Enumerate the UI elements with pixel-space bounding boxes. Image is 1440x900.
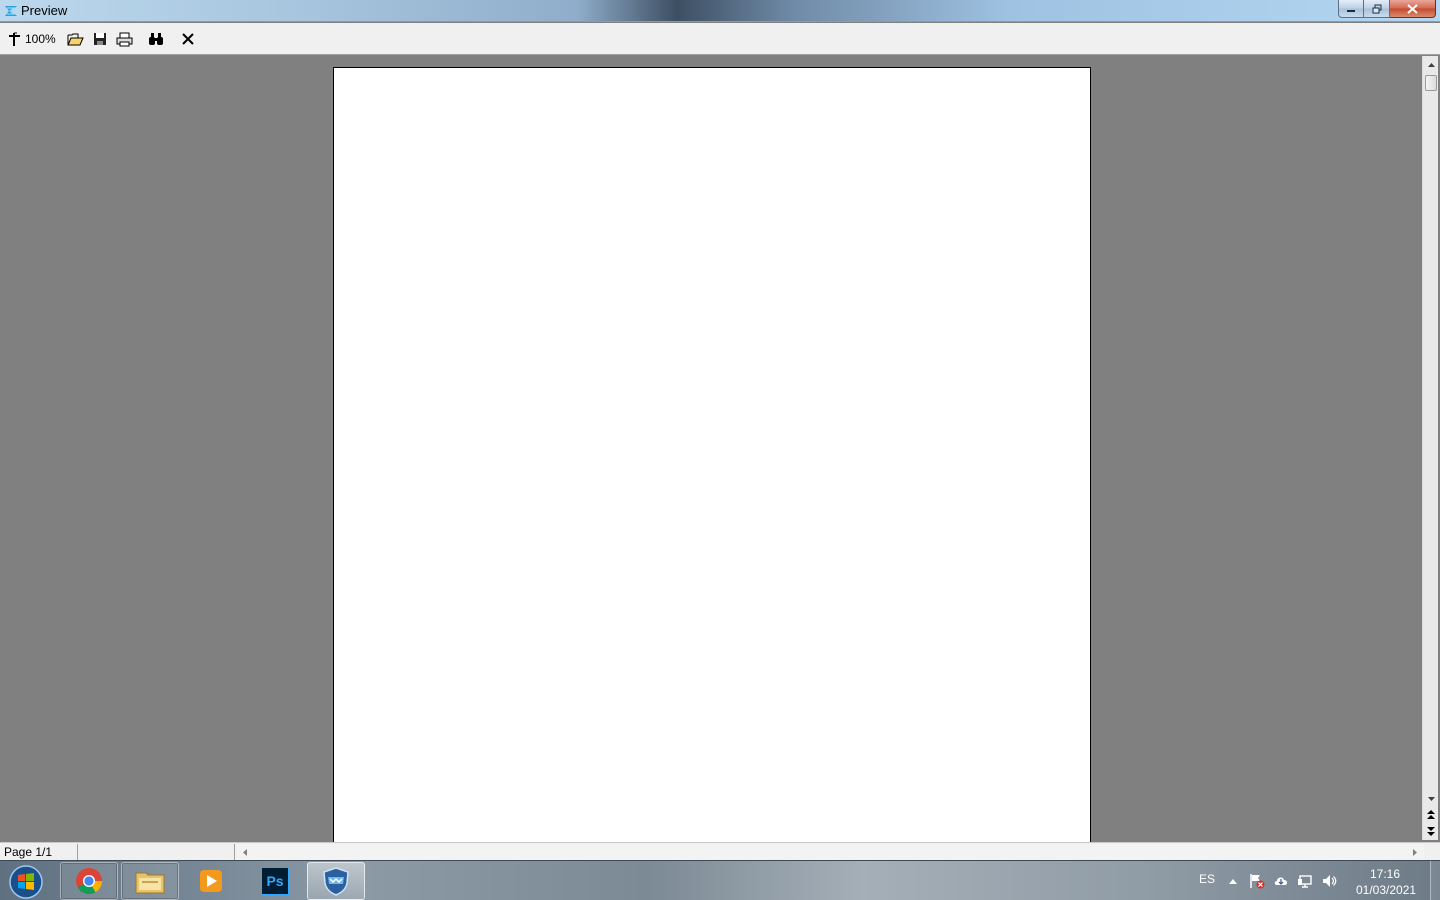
save-icon [94, 33, 106, 45]
zoom-level: 100% [25, 32, 56, 46]
print-button[interactable] [116, 30, 133, 48]
volume-icon [1323, 875, 1337, 887]
arrow-down-icon [1427, 797, 1435, 801]
close-preview-icon [182, 33, 194, 45]
cloud-sync-button[interactable] [1273, 873, 1289, 889]
preview-page [333, 67, 1091, 842]
preview-toolbar: 100% [0, 23, 1440, 55]
close-button[interactable] [1390, 0, 1436, 18]
status-bar: Page 1/1 [0, 842, 1440, 860]
scroll-right-button[interactable] [1408, 844, 1422, 860]
taskbar-security-app[interactable] [307, 862, 365, 900]
minimize-icon [1347, 9, 1355, 12]
double-arrow-down-icon [1427, 827, 1435, 836]
horizontal-scrollbar[interactable] [236, 844, 1424, 860]
close-preview-button[interactable] [181, 30, 195, 48]
zoom-button[interactable]: 100% [8, 30, 56, 48]
restore-icon [1372, 4, 1381, 13]
cloud-icon [1274, 877, 1288, 885]
clock-time[interactable]: 17:16 [1370, 867, 1400, 881]
arrow-left-icon [243, 848, 247, 856]
scroll-down-button[interactable] [1423, 792, 1439, 806]
find-button[interactable] [148, 30, 164, 48]
chevron-up-icon [1229, 878, 1237, 884]
flag-error-icon [1250, 874, 1265, 889]
taskbar-media-player[interactable] [182, 862, 240, 900]
zoom-icon [9, 32, 20, 46]
language-indicator[interactable]: ES [1199, 872, 1215, 886]
taskbar-chrome[interactable] [60, 862, 118, 900]
folder-icon [135, 872, 165, 894]
volume-button[interactable] [1321, 873, 1337, 889]
media-player-icon [200, 870, 222, 892]
system-tray: ES 17:16 01/03/2021 [1190, 861, 1440, 900]
taskbar-photoshop[interactable]: Ps [246, 862, 304, 900]
open-folder-icon [67, 33, 84, 46]
show-hidden-icons-button[interactable] [1225, 873, 1241, 889]
print-icon [116, 32, 133, 46]
preview-workspace[interactable] [1, 56, 1422, 842]
taskbar: Ps ES 17:16 01/03/2021 [0, 860, 1440, 900]
window-title: Preview [21, 3, 68, 18]
app-icon [4, 4, 18, 18]
photoshop-label: Ps [266, 873, 284, 889]
close-icon [1407, 3, 1418, 14]
start-button[interactable] [6, 864, 46, 900]
status-panel [79, 844, 235, 860]
taskbar-file-explorer[interactable] [121, 862, 179, 900]
network-button[interactable] [1297, 873, 1313, 889]
action-center-icon-button[interactable] [1249, 873, 1265, 889]
network-icon [1298, 875, 1312, 888]
window-title-bar[interactable]: Preview [0, 0, 1440, 22]
find-icon [149, 33, 163, 45]
next-page-button[interactable] [1423, 824, 1439, 838]
show-desktop-button[interactable] [1430, 861, 1440, 900]
shield-icon [323, 867, 349, 896]
previous-page-button[interactable] [1423, 808, 1439, 822]
vertical-scrollbar[interactable] [1422, 56, 1438, 840]
scroll-left-button[interactable] [238, 844, 252, 860]
minimize-button[interactable] [1338, 0, 1364, 18]
photoshop-icon: Ps [261, 867, 289, 895]
double-arrow-up-icon [1427, 810, 1435, 819]
vertical-scroll-thumb[interactable] [1425, 75, 1437, 91]
scroll-up-button[interactable] [1423, 58, 1439, 72]
restore-button[interactable] [1364, 0, 1390, 18]
arrow-up-icon [1427, 63, 1435, 67]
page-indicator: Page 1/1 [1, 844, 78, 860]
arrow-right-icon [1413, 848, 1417, 856]
open-button[interactable] [67, 30, 84, 48]
clock-date[interactable]: 01/03/2021 [1356, 883, 1416, 897]
start-orb-icon [9, 865, 43, 899]
save-button[interactable] [93, 30, 107, 48]
chrome-icon [76, 868, 103, 895]
